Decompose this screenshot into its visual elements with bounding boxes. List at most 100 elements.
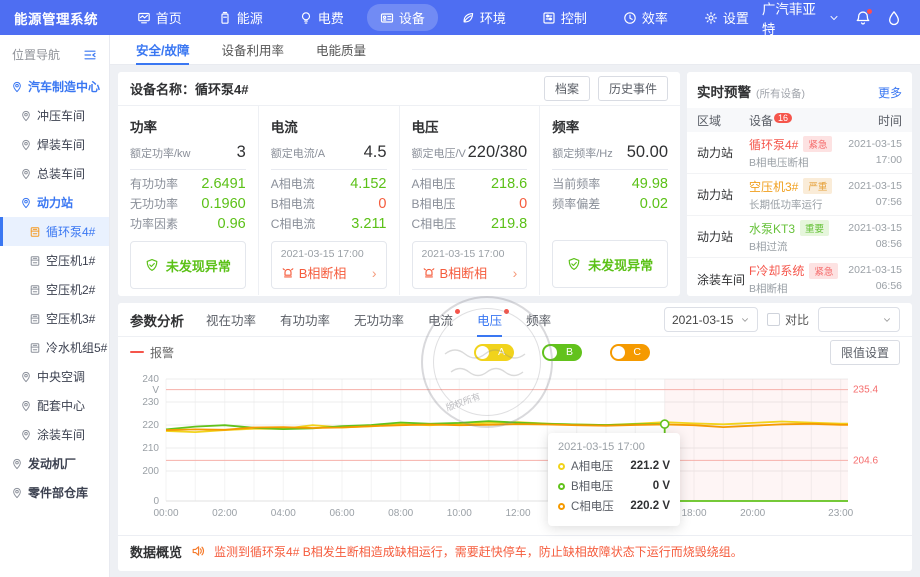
- nav-item-3[interactable]: 设备: [367, 4, 438, 31]
- nav-item-6[interactable]: 效率: [610, 4, 681, 31]
- sidebar-title: 位置导航: [12, 46, 60, 63]
- pin-icon: [20, 139, 32, 151]
- alert-dot: [455, 309, 460, 314]
- chevron-right-icon: ›: [513, 265, 518, 281]
- water-drop-icon[interactable]: [886, 10, 902, 26]
- device-doc-icon: [29, 284, 41, 296]
- svg-text:230: 230: [142, 397, 159, 408]
- speaker-icon: [191, 544, 205, 558]
- checkbox-box: [767, 313, 780, 326]
- compare-date-select[interactable]: [818, 307, 900, 332]
- alert-box-current[interactable]: 2021-03-15 17:00 B相断相›: [271, 241, 387, 289]
- chevron-down-icon: [828, 12, 840, 24]
- sidebar-item-8[interactable]: 空压机3#: [0, 304, 109, 333]
- sidebar-item-14[interactable]: 零件部仓库: [0, 478, 109, 507]
- param-tab-4[interactable]: 电压: [477, 303, 502, 337]
- metric-title: 电压: [412, 116, 528, 136]
- overview-alert-text: 监测到循环泵4# B相发生断相造成缺相运行，需要赶快停车，防止缺相故障状态下运行…: [214, 543, 743, 560]
- device-doc-icon: [29, 226, 41, 238]
- chevron-down-icon: [882, 315, 892, 325]
- sidebar-item-1[interactable]: 冲压车间: [0, 101, 109, 130]
- pin-icon: [11, 81, 23, 93]
- param-tab-2[interactable]: 无功功率: [354, 303, 404, 337]
- limit-settings-button[interactable]: 限值设置: [830, 340, 900, 365]
- alerts-subtitle: (所有设备): [756, 86, 805, 101]
- sidebar-item-12[interactable]: 涂装车间: [0, 420, 109, 449]
- alert-row-1[interactable]: 动力站 空压机3#严重长期低功率运行 2021-03-1507:56: [687, 174, 912, 216]
- tab-2[interactable]: 电能质量: [316, 35, 366, 65]
- alerts-more-link[interactable]: 更多: [878, 84, 902, 101]
- alert-box-voltage[interactable]: 2021-03-15 17:00 B相断相›: [412, 241, 528, 289]
- nav-item-0[interactable]: 首页: [124, 4, 195, 31]
- metric-title: 电流: [271, 116, 387, 136]
- metric-frequency: 频率 额定频率/Hz50.00 当前频率49.98 频率偏差0.02 .. 未发…: [539, 106, 680, 295]
- nav-item-4[interactable]: 环境: [448, 4, 519, 31]
- nav-right: 广汽菲亚特: [762, 0, 920, 38]
- alarm-bell-icon: [281, 266, 295, 280]
- param-tab-5[interactable]: 频率: [526, 303, 551, 337]
- sidebar-item-0[interactable]: 汽车制造中心: [0, 72, 109, 101]
- voltage-chart: 2402302202102000V235.4204.600:0002:0004:…: [130, 371, 900, 523]
- sidebar-item-4[interactable]: 动力站: [0, 188, 109, 217]
- metric-title: 频率: [552, 116, 668, 136]
- alerts-panel: 实时预警 (所有设备) 更多 区域 设备16 时间 动力站 循环泵4#紧急B相电…: [687, 72, 912, 296]
- sidebar-item-6[interactable]: 空压机1#: [0, 246, 109, 275]
- severity-badge: 重要: [800, 220, 829, 236]
- compare-checkbox[interactable]: 对比: [767, 311, 809, 328]
- location-tree: 汽车制造中心冲压车间焊装车间总装车间动力站循环泵4#空压机1#空压机2#空压机3…: [0, 72, 109, 507]
- tab-0[interactable]: 安全/故障: [136, 35, 189, 65]
- archive-button[interactable]: 档案: [544, 76, 590, 101]
- sidebar-item-10[interactable]: 中央空调: [0, 362, 109, 391]
- device-icon: [380, 11, 394, 25]
- svg-text:200: 200: [142, 466, 159, 477]
- pin-icon: [20, 429, 32, 441]
- chevron-right-icon: ›: [372, 265, 377, 281]
- phase-a-toggle[interactable]: A: [474, 344, 514, 361]
- history-events-button[interactable]: 历史事件: [598, 76, 668, 101]
- collapse-sidebar-icon[interactable]: [83, 48, 97, 62]
- param-tab-1[interactable]: 有功功率: [280, 303, 330, 337]
- efficiency-icon: [623, 11, 637, 25]
- alerts-title: 实时预警: [697, 81, 751, 101]
- device-name-title: 设备名称：循环泵4#: [130, 79, 248, 98]
- svg-text:08:00: 08:00: [388, 508, 413, 519]
- pin-icon: [20, 400, 32, 412]
- sidebar-item-7[interactable]: 空压机2#: [0, 275, 109, 304]
- sidebar-item-3[interactable]: 总装车间: [0, 159, 109, 188]
- phase-c-toggle[interactable]: C: [610, 344, 650, 361]
- pin-icon: [11, 487, 23, 499]
- overview-label: 数据概览: [130, 542, 182, 561]
- chart-area: 2402302202102000V235.4204.600:0002:0004:…: [118, 367, 912, 535]
- sidebar-item-2[interactable]: 焊装车间: [0, 130, 109, 159]
- param-tab-0[interactable]: 视在功率: [206, 303, 256, 337]
- company-menu[interactable]: 广汽菲亚特: [762, 0, 840, 38]
- sidebar-item-5[interactable]: 循环泵4#: [0, 217, 109, 246]
- param-tab-3[interactable]: 电流: [428, 303, 453, 337]
- date-select[interactable]: 2021-03-15: [664, 307, 758, 332]
- device-doc-icon: [29, 313, 41, 325]
- svg-text:02:00: 02:00: [212, 508, 237, 519]
- location-sidebar: 位置导航 汽车制造中心冲压车间焊装车间总装车间动力站循环泵4#空压机1#空压机2…: [0, 35, 110, 577]
- alert-row-2[interactable]: 动力站 水泵KT3重要B相过流 2021-03-1508:56: [687, 216, 912, 258]
- alarm-line-swatch: [130, 351, 144, 353]
- metric-voltage: 电压 额定电压/V220/380 A相电压218.6 B相电压0 C相电压219…: [399, 106, 540, 295]
- nav-item-7[interactable]: 设置: [691, 4, 762, 31]
- tab-1[interactable]: 设备利用率: [221, 35, 284, 65]
- nav-item-1[interactable]: 能源: [205, 4, 276, 31]
- alert-row-3[interactable]: 涂装车间 F冷却系统紧急B相断相 2021-03-1506:56: [687, 258, 912, 296]
- alert-row-0[interactable]: 动力站 循环泵4#紧急B相电压断相 2021-03-1517:00: [687, 132, 912, 174]
- alert-rows: 动力站 循环泵4#紧急B相电压断相 2021-03-1517:00 动力站 空压…: [687, 132, 912, 296]
- company-name: 广汽菲亚特: [762, 0, 824, 38]
- data-overview: 数据概览 监测到循环泵4# B相发生断相造成缺相运行，需要赶快停车，防止缺相故障…: [118, 535, 912, 566]
- pin-icon: [20, 197, 32, 209]
- sidebar-item-13[interactable]: 发动机厂: [0, 449, 109, 478]
- notification-bell-icon[interactable]: [855, 10, 871, 26]
- sidebar-item-9[interactable]: 冷水机组5#: [0, 333, 109, 362]
- sidebar-item-11[interactable]: 配套中心: [0, 391, 109, 420]
- status-ok-box: 未发现异常: [130, 241, 246, 289]
- shield-check-icon: [145, 258, 159, 272]
- phase-b-toggle[interactable]: B: [542, 344, 582, 361]
- nav-item-5[interactable]: 控制: [529, 4, 600, 31]
- nav-item-2[interactable]: 电费: [286, 4, 357, 31]
- severity-badge: 紧急: [803, 136, 832, 152]
